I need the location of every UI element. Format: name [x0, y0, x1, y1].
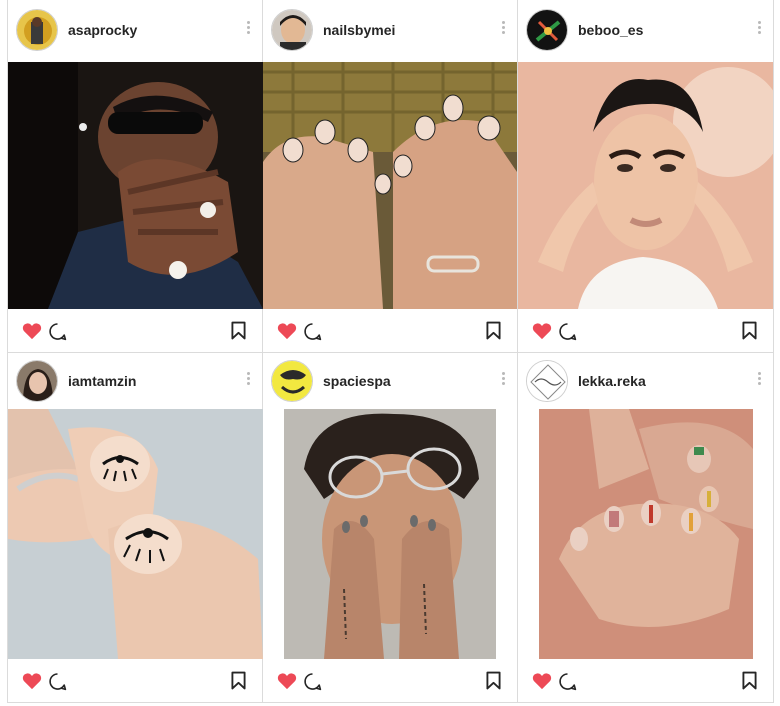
post-header: lekka.reka [518, 359, 773, 403]
post-photo[interactable] [518, 62, 773, 309]
more-options-icon[interactable] [757, 372, 761, 388]
post-header: nailsbymei [263, 8, 517, 52]
post-photo[interactable] [284, 409, 496, 659]
avatar[interactable] [526, 360, 568, 402]
post-card-asaprocky: asaprocky [7, 0, 263, 353]
person-portrait-icon [272, 10, 312, 50]
username[interactable]: nailsbymei [323, 22, 395, 38]
comment-icon[interactable] [558, 322, 577, 341]
bookmark-icon[interactable] [742, 321, 757, 340]
post-card-nailsbymei: nailsbymei [263, 0, 518, 353]
heart-icon[interactable] [22, 322, 42, 340]
makeup-portrait-photo [518, 62, 773, 309]
yellow-logo-icon [272, 361, 312, 401]
post-card-spaciespa: spaciespa [263, 353, 518, 703]
eye-nail-art-photo [8, 409, 263, 659]
username[interactable]: iamtamzin [68, 373, 136, 389]
post-actions [518, 658, 773, 702]
heart-icon[interactable] [22, 672, 42, 690]
post-actions [263, 308, 517, 352]
post-photo[interactable] [539, 409, 753, 659]
post-header: beboo_es [518, 8, 773, 52]
script-logo-icon [527, 361, 567, 401]
heart-icon[interactable] [532, 322, 552, 340]
bookmark-icon[interactable] [486, 671, 501, 690]
bookmark-icon[interactable] [231, 671, 246, 690]
more-options-icon[interactable] [757, 21, 761, 37]
person-portrait-icon [17, 361, 57, 401]
more-options-icon[interactable] [501, 372, 505, 388]
more-options-icon[interactable] [501, 21, 505, 37]
post-photo[interactable] [8, 409, 263, 659]
post-actions [263, 658, 517, 702]
post-card-iamtamzin: iamtamzin [7, 353, 263, 703]
post-card-lekka-reka: lekka.reka [518, 353, 774, 703]
username[interactable]: beboo_es [578, 22, 643, 38]
comment-icon[interactable] [558, 672, 577, 691]
post-header: spaciespa [263, 359, 517, 403]
heart-icon[interactable] [532, 672, 552, 690]
comment-icon[interactable] [303, 322, 322, 341]
username[interactable]: spaciespa [323, 373, 391, 389]
glasses-portrait-photo [284, 409, 496, 659]
more-options-icon[interactable] [246, 372, 250, 388]
post-photo[interactable] [263, 62, 517, 309]
more-options-icon[interactable] [246, 21, 250, 37]
post-header: asaprocky [8, 8, 262, 52]
avatar[interactable] [16, 360, 58, 402]
lettered-nails-photo [263, 62, 517, 309]
heart-icon[interactable] [277, 672, 297, 690]
person-portrait-icon [17, 10, 57, 50]
striped-nails-photo [539, 409, 753, 659]
comment-icon[interactable] [48, 322, 67, 341]
avatar[interactable] [16, 9, 58, 51]
hands-over-face-photo [8, 62, 263, 309]
username[interactable]: asaprocky [68, 22, 137, 38]
avatar[interactable] [526, 9, 568, 51]
avatar[interactable] [271, 9, 313, 51]
post-card-beboo_es: beboo_es [518, 0, 774, 353]
bookmark-icon[interactable] [486, 321, 501, 340]
comment-icon[interactable] [48, 672, 67, 691]
avatar[interactable] [271, 360, 313, 402]
post-actions [8, 308, 262, 352]
post-actions [8, 658, 262, 702]
post-actions [518, 308, 773, 352]
post-header: iamtamzin [8, 359, 262, 403]
username[interactable]: lekka.reka [578, 373, 646, 389]
post-grid: asaprocky nailsbymei beboo_es iamtamzin … [7, 0, 774, 703]
comment-icon[interactable] [303, 672, 322, 691]
bookmark-icon[interactable] [742, 671, 757, 690]
heart-icon[interactable] [277, 322, 297, 340]
post-photo[interactable] [8, 62, 263, 309]
bookmark-icon[interactable] [231, 321, 246, 340]
embroidery-logo-icon [527, 10, 567, 50]
